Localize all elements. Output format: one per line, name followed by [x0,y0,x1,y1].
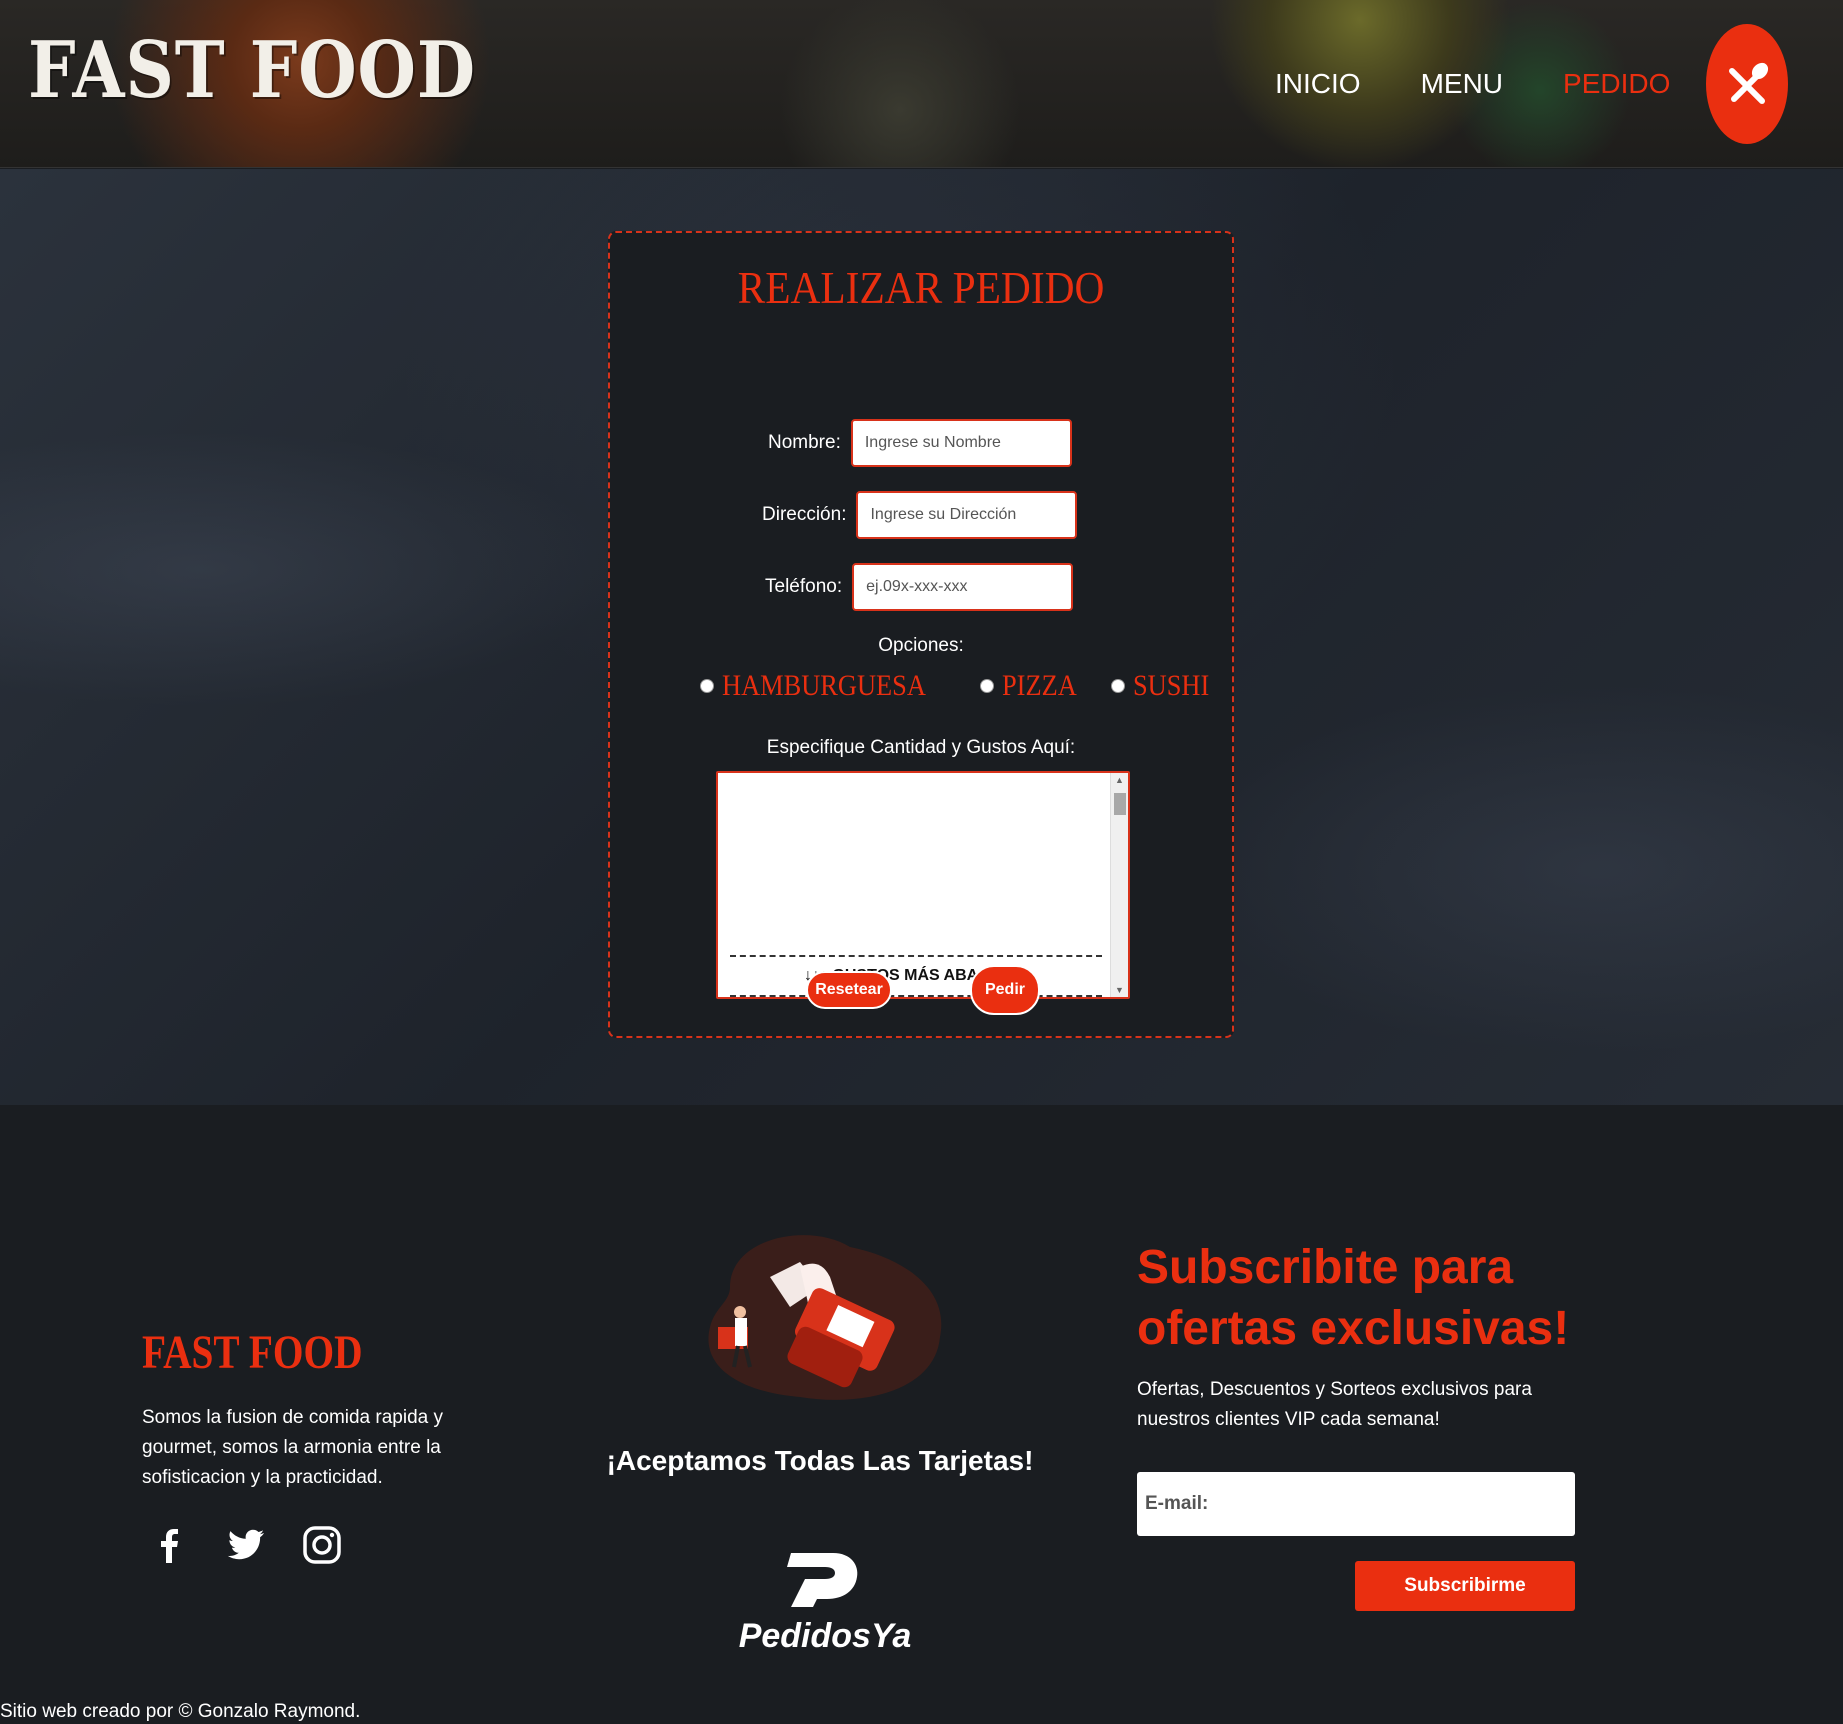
subscribe-title: Subscribite para ofertas exclusivas! [1137,1241,1570,1355]
site-footer: FAST FOOD Somos la fusion de comida rapi… [0,1105,1843,1724]
twitter-icon[interactable] [226,1525,266,1565]
utensils-icon [1729,62,1769,104]
direccion-label: Dirección: [762,504,847,525]
nav-inicio[interactable]: INICIO [1275,68,1361,100]
order-section: REALIZAR PEDIDO Nombre: Dirección: Teléf… [0,169,1843,1105]
option-pizza[interactable]: PIZZA [979,669,1087,703]
site-logo[interactable]: FAST FOOD [28,32,476,110]
submit-button[interactable]: Pedir [970,965,1040,1015]
subscribe-description: Ofertas, Descuentos y Sorteos exclusivos… [1137,1379,1532,1430]
utensils-button[interactable] [1706,24,1788,144]
facebook-icon[interactable] [150,1525,190,1565]
scroll-up-icon[interactable]: ▲ [1115,775,1124,785]
social-links [150,1525,342,1565]
footer-logo: FAST FOOD [142,1326,363,1379]
nombre-row: Nombre: [768,419,1072,467]
option-hamburguesa[interactable]: HAMBURGUESA [700,669,954,703]
site-credit: Sitio web creado por © Gonzalo Raymond. [0,1701,361,1722]
cards-accepted-text: ¡Aceptamos Todas Las Tarjetas! [606,1445,1034,1476]
telefono-input[interactable] [852,563,1074,611]
radio-pizza[interactable] [979,679,994,693]
reset-button[interactable]: Resetear [806,971,892,1009]
nombre-label: Nombre: [768,432,841,453]
nav-menu[interactable]: MENU [1421,68,1503,100]
telefono-row: Teléfono: [765,563,1074,611]
payment-terminal-illustration [690,1217,950,1417]
textarea-scrollbar[interactable]: ▲ ▼ [1110,773,1128,997]
instagram-icon[interactable] [302,1525,342,1565]
subscribe-button[interactable]: Subscribirme [1355,1561,1575,1611]
option-label: HAMBURGUESA [722,669,926,702]
nav-pedido[interactable]: PEDIDO [1563,68,1670,100]
option-sushi[interactable]: SUSHI [1110,669,1220,703]
scroll-down-icon[interactable]: ▼ [1115,985,1124,995]
pedidosya-icon [787,1553,858,1607]
spec-label: Especifique Cantidad y Gustos Aquí: [766,737,1076,758]
nombre-input[interactable] [850,419,1072,467]
divider [730,995,1102,997]
option-label: SUSHI [1132,669,1210,702]
textarea-hint: ↓↓↓ GUSTOS MÁS ABAJO ↓↓↓ [803,967,1029,984]
order-details-textarea[interactable]: ↓↓↓ GUSTOS MÁS ABAJO ↓↓↓ ▲ ▼ [716,771,1130,999]
direccion-input[interactable] [856,491,1078,539]
divider [730,955,1102,957]
scroll-thumb[interactable] [1114,793,1126,815]
options-group: HAMBURGUESA PIZZA SUSHI [700,669,1249,703]
footer-description: Somos la fusion de comida rapida y gourm… [142,1407,443,1488]
pedidosya-logo[interactable]: PedidosYa [725,1535,925,1665]
main-nav: INICIO MENU PEDIDO [1275,68,1730,100]
site-header: FAST FOOD INICIO MENU PEDIDO [0,0,1843,168]
radio-hamburguesa[interactable] [700,679,714,693]
pedidosya-wordmark: PedidosYa [738,1617,912,1655]
option-label: PIZZA [1001,669,1077,702]
order-form: REALIZAR PEDIDO Nombre: Dirección: Teléf… [608,231,1234,1038]
radio-sushi[interactable] [1110,679,1125,693]
form-title: REALIZAR PEDIDO [737,262,1105,313]
options-label: Opciones: [878,635,964,656]
email-field[interactable] [1137,1472,1575,1536]
telefono-label: Teléfono: [765,576,843,597]
direccion-row: Dirección: [762,491,1078,539]
